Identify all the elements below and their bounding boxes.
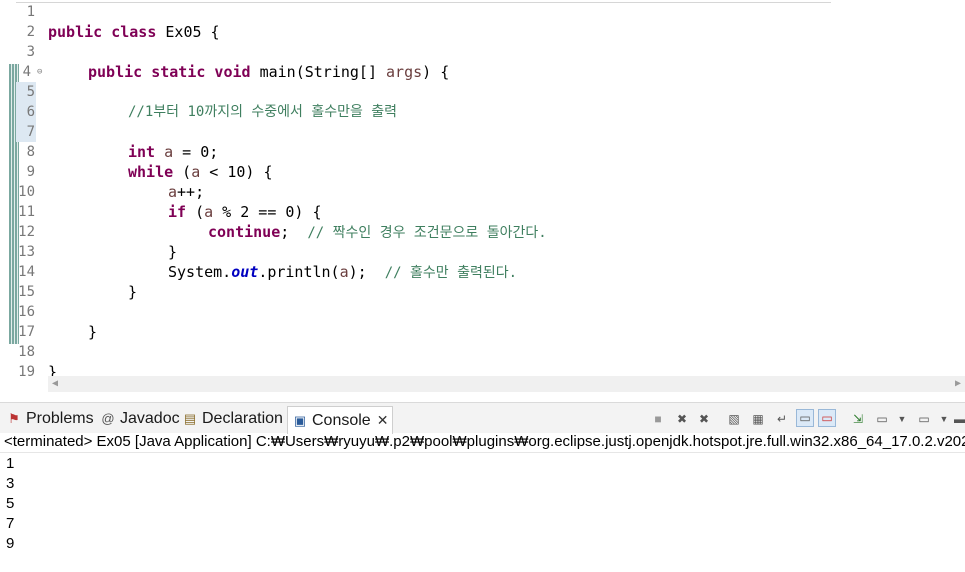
console-icon: ▣ <box>293 413 307 428</box>
scroll-right-icon[interactable]: ▶ <box>955 376 961 392</box>
tab-declaration[interactable]: ▤ Declaration <box>182 407 283 431</box>
editor-horizontal-scrollbar[interactable]: ◀ ▶ <box>48 376 965 392</box>
word-wrap-icon[interactable]: ↵ <box>774 411 790 427</box>
code-line[interactable]: 12 continue; // 짝수인 경우 조건문으로 돌아간다. <box>0 222 965 242</box>
code-line[interactable]: 14 System.out.println(a); // 홀수만 출력된다. <box>0 262 965 282</box>
code-line[interactable]: 7 <box>0 122 965 142</box>
scroll-left-icon[interactable]: ◀ <box>52 376 58 392</box>
remove-all-icon[interactable]: ✖ <box>696 411 712 427</box>
clear-console-icon[interactable]: ▧ <box>726 411 742 427</box>
show-on-stderr-icon[interactable]: ▭ <box>818 409 836 427</box>
code-comment: //1부터 10까지의 수중에서 홀수만을 출력 <box>128 104 398 120</box>
console-output-line: 7 <box>6 515 15 532</box>
code-text: if (a % 2 == 0) { <box>168 203 322 221</box>
line-number: 1 <box>26 4 35 20</box>
line-number: 6 <box>26 104 35 120</box>
panel-separator <box>0 392 965 402</box>
code-text: a++; <box>168 183 205 201</box>
line-number: 10 <box>18 184 35 200</box>
fold-collapse-icon[interactable]: ⊖ <box>37 67 42 77</box>
javadoc-icon: @ <box>101 411 115 426</box>
tab-console[interactable]: ▣ Console ✕ <box>287 406 394 434</box>
console-output[interactable]: 1 3 5 7 9 <box>6 454 14 554</box>
code-text: System.out.println(a); // 홀수만 출력된다. <box>168 263 518 281</box>
console-output-line: 5 <box>6 495 15 512</box>
code-line[interactable]: 11 if (a % 2 == 0) { <box>0 202 965 222</box>
code-line[interactable]: 1 <box>0 2 965 22</box>
code-text: public class Ex05 { <box>48 23 220 41</box>
line-number: 7 <box>26 124 35 140</box>
tab-problems[interactable]: ⚑ Problems <box>6 407 93 431</box>
line-number: 18 <box>18 344 35 360</box>
line-number: 17 <box>18 324 35 340</box>
dropdown-icon[interactable]: ▼ <box>936 411 952 427</box>
code-line[interactable]: 13 } <box>0 242 965 262</box>
view-tab-bar: ⚑ Problems @ Javadoc ▤ Declaration ▣ Console… <box>0 402 965 434</box>
line-number: 4 <box>22 64 31 80</box>
console-status: <terminated> Ex05 [Java Application] C:₩… <box>0 432 965 453</box>
code-line[interactable]: 5 <box>0 82 965 102</box>
show-on-stdout-icon[interactable]: ▭ <box>796 409 814 427</box>
line-number: 16 <box>18 304 35 320</box>
terminate-icon[interactable]: ■ <box>650 411 666 427</box>
code-text: continue; // 짝수인 경우 조건문으로 돌아간다. <box>208 223 547 241</box>
code-line[interactable]: 9 while (a < 10) { <box>0 162 965 182</box>
code-text: int a = 0; <box>128 143 219 161</box>
code-line[interactable]: 18 <box>0 342 965 362</box>
code-line[interactable]: 2 public class Ex05 { <box>0 22 965 42</box>
close-icon[interactable]: ✕ <box>377 412 389 428</box>
minimize-icon[interactable]: ▬ <box>952 411 965 427</box>
line-number: 15 <box>18 284 35 300</box>
line-number: 2 <box>26 24 35 40</box>
line-number: 3 <box>26 44 35 60</box>
console-output-line: 9 <box>6 535 15 552</box>
scroll-lock-icon[interactable]: ▦ <box>750 411 766 427</box>
code-text: } <box>128 283 138 301</box>
code-line[interactable]: 17 } <box>0 322 965 342</box>
code-line[interactable]: 6 //1부터 10까지의 수중에서 홀수만을 출력 <box>0 102 965 122</box>
problems-icon: ⚑ <box>8 411 20 426</box>
code-editor[interactable]: 1 2 public class Ex05 { 3 4 ⊖ public sta… <box>0 0 965 376</box>
open-console-icon[interactable]: ▭ <box>916 411 932 427</box>
code-text: public static void main(String[] args) { <box>88 63 450 81</box>
code-text: } <box>88 323 98 341</box>
line-number: 19 <box>18 364 35 376</box>
declaration-icon: ▤ <box>183 411 197 426</box>
tab-javadoc[interactable]: @ Javadoc <box>100 407 179 431</box>
code-line[interactable]: 4 ⊖ public static void main(String[] arg… <box>0 62 965 82</box>
line-number: 11 <box>18 204 35 220</box>
code-line[interactable]: 10 a++; <box>0 182 965 202</box>
pin-console-icon[interactable]: ⇲ <box>850 411 866 427</box>
code-text: } <box>168 243 178 261</box>
code-line[interactable]: 3 <box>0 42 965 62</box>
code-text: while (a < 10) { <box>128 163 273 181</box>
console-output-line: 3 <box>6 475 15 492</box>
console-output-line: 1 <box>6 455 15 472</box>
dropdown-icon[interactable]: ▼ <box>894 411 910 427</box>
line-number: 14 <box>18 264 35 280</box>
code-line[interactable]: 8 int a = 0; <box>0 142 965 162</box>
display-console-icon[interactable]: ▭ <box>874 411 890 427</box>
line-number: 5 <box>26 84 35 100</box>
line-number: 8 <box>26 144 35 160</box>
code-line[interactable]: 19 } <box>0 362 965 376</box>
code-line[interactable]: 16 <box>0 302 965 322</box>
line-number: 12 <box>18 224 35 240</box>
code-line[interactable]: 15 } <box>0 282 965 302</box>
code-text: } <box>48 363 58 376</box>
remove-launch-icon[interactable]: ✖ <box>674 411 690 427</box>
line-number: 13 <box>18 244 35 260</box>
line-number: 9 <box>26 164 35 180</box>
